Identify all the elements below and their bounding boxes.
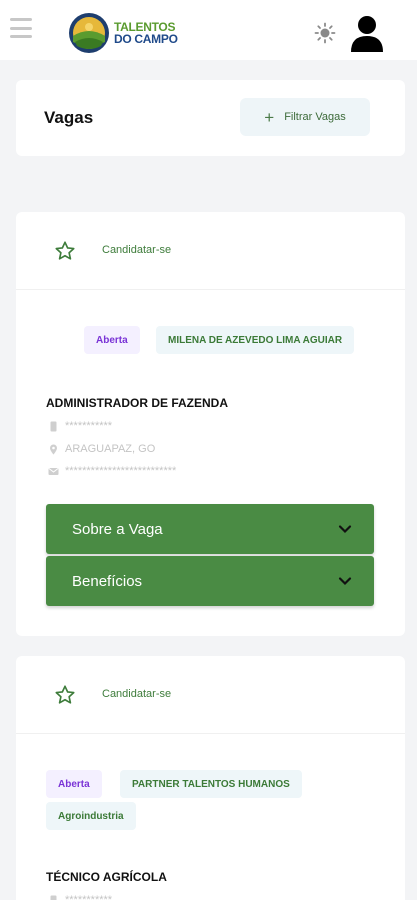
accordion-about-job[interactable]: Sobre a Vaga [46, 504, 374, 554]
accordion-benefits-label: Benefícios [72, 572, 143, 590]
email-value: ************************** [65, 465, 177, 477]
status-badge: Aberta [46, 770, 102, 798]
star-icon[interactable] [54, 684, 76, 706]
accordion-about-job-label: Sobre a Vaga [72, 520, 163, 538]
user-icon[interactable] [349, 14, 385, 52]
phone-row: *********** [48, 894, 112, 900]
company-badge: MILENA DE AZEVEDO LIMA AGUIAR [156, 326, 355, 354]
status-badge: Aberta [84, 326, 140, 354]
location-pin-icon [50, 444, 57, 454]
logo-emblem-icon [69, 13, 109, 53]
job-card-header: Candidatar-se [16, 212, 405, 290]
apply-link[interactable]: Candidatar-se [102, 688, 171, 700]
job-title: ADMINISTRADOR DE FAZENDA [46, 396, 228, 410]
app-logo[interactable]: TALENTOS DO CAMPO [68, 12, 178, 54]
hamburger-icon [10, 18, 32, 21]
plus-icon: + [264, 107, 275, 127]
filter-jobs-label: Filtrar Vagas [284, 111, 346, 123]
job-card: Candidatar-se Aberta MILENA DE AZEVEDO L… [16, 212, 405, 636]
accordion-benefits[interactable]: Benefícios [46, 556, 374, 606]
email-row: ************************** [48, 465, 176, 477]
chevron-down-icon [338, 577, 352, 586]
page-title: Vagas [44, 108, 94, 127]
page-header-card: Vagas + Filtrar Vagas [16, 80, 405, 156]
job-title: TÉCNICO AGRÍCOLA [46, 870, 167, 884]
logo-text: TALENTOS DO CAMPO [114, 21, 178, 45]
menu-button[interactable] [10, 18, 32, 38]
filter-jobs-button[interactable]: + Filtrar Vagas [240, 98, 370, 136]
mail-icon [48, 467, 59, 475]
top-app-bar: TALENTOS DO CAMPO [0, 0, 417, 60]
logo-line-2: DO CAMPO [114, 32, 178, 46]
job-card-header: Candidatar-se [16, 656, 405, 734]
sector-badge: Agroindustria [46, 802, 136, 830]
location-value: ARAGUAPAZ, GO [65, 443, 156, 455]
job-card: Candidatar-se Aberta PARTNER TALENTOS HU… [16, 656, 405, 900]
sun-icon[interactable] [314, 22, 336, 44]
phone-row: *********** [48, 420, 112, 432]
apply-link[interactable]: Candidatar-se [102, 244, 171, 256]
star-icon[interactable] [54, 240, 76, 262]
company-badge: PARTNER TALENTOS HUMANOS [120, 770, 302, 798]
phone-icon [50, 895, 57, 900]
location-row: ARAGUAPAZ, GO [48, 443, 155, 455]
phone-value: *********** [65, 894, 113, 900]
phone-value: *********** [65, 420, 113, 432]
chevron-down-icon [338, 525, 352, 534]
phone-icon [50, 421, 57, 431]
